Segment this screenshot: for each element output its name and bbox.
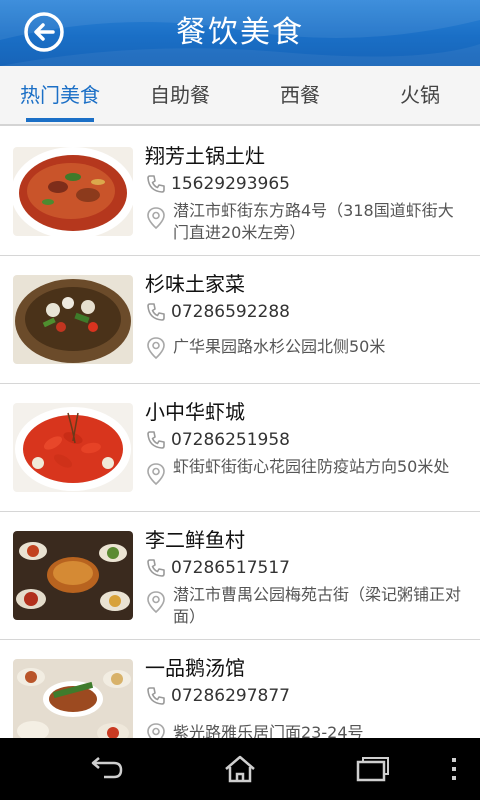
home-icon (225, 755, 255, 783)
restaurant-address: 广华果园路水杉公园北侧50米 (173, 337, 386, 356)
phone-icon (147, 303, 165, 321)
page-title: 餐饮美食 (176, 15, 304, 50)
tab-label: 西餐 (280, 83, 320, 107)
phone-row[interactable]: 07286592288 (145, 300, 290, 324)
tab-hotpot[interactable]: 火锅 (360, 66, 480, 124)
active-tab-indicator (26, 118, 94, 122)
phone-row[interactable]: 07286297877 (145, 684, 290, 708)
address-row: 广华果园路水杉公园北侧50米 (145, 336, 465, 360)
tab-hot-food[interactable]: 热门美食 (0, 66, 120, 124)
restaurant-list[interactable]: 翔芳土锅土灶 15629293965 潜江市虾街东方路4号（318国道虾街大门直… (0, 128, 480, 738)
address-row: 潜江市虾街东方路4号（318国道虾街大门直进20米左旁） (145, 200, 465, 244)
system-navigation-bar (0, 738, 480, 800)
restaurant-photo (13, 275, 133, 364)
restaurant-address: 潜江市曹禺公园梅苑古街（梁记粥铺正对面） (173, 585, 462, 626)
phone-icon (147, 175, 165, 193)
tab-label: 热门美食 (20, 83, 100, 107)
back-nav-icon (91, 757, 123, 779)
restaurant-phone: 07286251958 (171, 430, 290, 450)
restaurant-item[interactable]: 一品鹅汤馆 07286297877 紫光路雅乐居门面23-24号 (0, 640, 480, 738)
recent-apps-icon (356, 757, 389, 782)
restaurant-photo (13, 403, 133, 492)
restaurant-address: 紫光路雅乐居门面23-24号 (173, 723, 364, 738)
phone-icon (147, 559, 165, 577)
restaurant-item[interactable]: 杉味土家菜 07286592288 广华果园路水杉公园北侧50米 (0, 256, 480, 384)
restaurant-phone: 07286297877 (171, 686, 290, 706)
nav-home-button[interactable] (222, 754, 258, 788)
restaurant-phone: 15629293965 (171, 174, 290, 194)
address-row: 紫光路雅乐居门面23-24号 (145, 722, 465, 738)
restaurant-item[interactable]: 李二鲜鱼村 07286517517 潜江市曹禺公园梅苑古街（梁记粥铺正对面） (0, 512, 480, 640)
restaurant-phone: 07286517517 (171, 558, 290, 578)
category-tabs: 热门美食 自助餐 西餐 火锅 (0, 66, 480, 126)
restaurant-name: 杉味土家菜 (145, 272, 245, 296)
restaurant-photo (13, 659, 133, 738)
restaurant-photo (13, 147, 133, 236)
phone-icon (147, 687, 165, 705)
restaurant-item[interactable]: 翔芳土锅土灶 15629293965 潜江市虾街东方路4号（318国道虾街大门直… (0, 128, 480, 256)
tab-buffet[interactable]: 自助餐 (120, 66, 240, 124)
restaurant-address: 虾街虾街街心花园往防疫站方向50米处 (173, 457, 450, 476)
nav-menu-button[interactable] (448, 754, 460, 788)
restaurant-name: 李二鲜鱼村 (145, 528, 245, 552)
restaurant-photo (13, 531, 133, 620)
nav-back-button[interactable] (88, 754, 124, 788)
location-pin-icon (147, 463, 165, 486)
header-bar: 餐饮美食 (0, 0, 480, 66)
tab-western[interactable]: 西餐 (240, 66, 360, 124)
tab-label: 火锅 (400, 83, 440, 107)
phone-icon (147, 431, 165, 449)
location-pin-icon (147, 723, 165, 738)
phone-row[interactable]: 07286517517 (145, 556, 290, 580)
restaurant-phone: 07286592288 (171, 302, 290, 322)
restaurant-address: 潜江市虾街东方路4号（318国道虾街大门直进20米左旁） (173, 201, 454, 242)
restaurant-name: 一品鹅汤馆 (145, 656, 245, 680)
location-pin-icon (147, 337, 165, 360)
restaurant-item[interactable]: 小中华虾城 07286251958 虾街虾街街心花园往防疫站方向50米处 (0, 384, 480, 512)
restaurant-name: 小中华虾城 (145, 400, 245, 424)
nav-recent-apps-button[interactable] (354, 754, 390, 788)
phone-row[interactable]: 07286251958 (145, 428, 290, 452)
phone-row[interactable]: 15629293965 (145, 172, 290, 196)
address-row: 潜江市曹禺公园梅苑古街（梁记粥铺正对面） (145, 584, 465, 628)
tab-label: 自助餐 (150, 83, 210, 107)
location-pin-icon (147, 207, 165, 230)
location-pin-icon (147, 591, 165, 614)
address-row: 虾街虾街街心花园往防疫站方向50米处 (145, 456, 465, 486)
restaurant-name: 翔芳土锅土灶 (145, 144, 265, 168)
more-menu-icon (452, 758, 456, 780)
